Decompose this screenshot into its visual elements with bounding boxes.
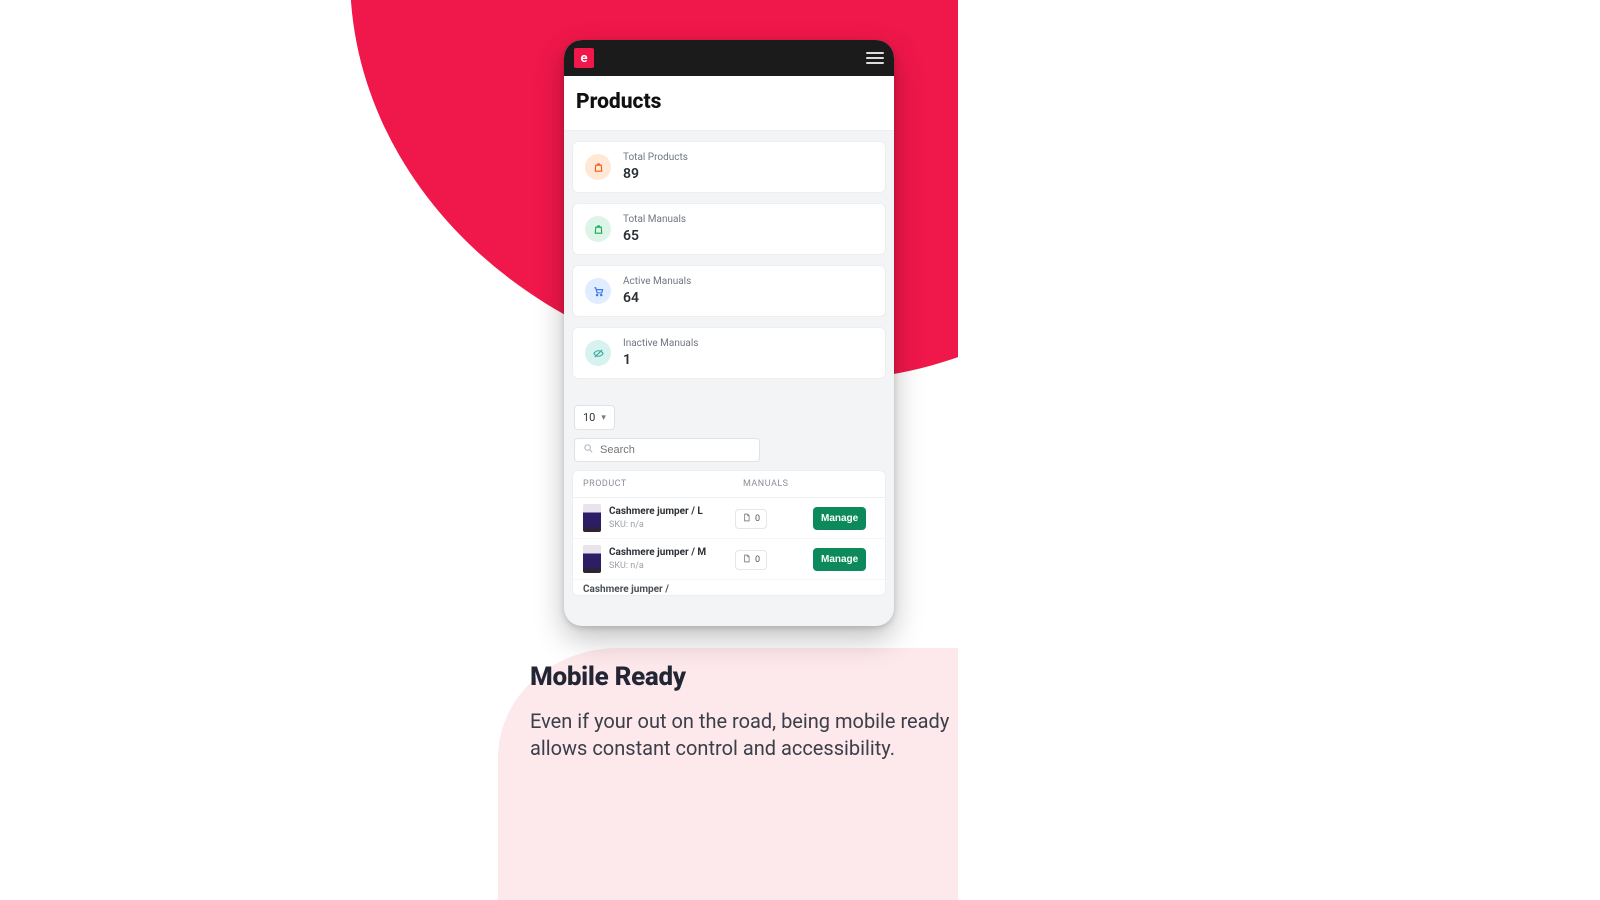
mobile-device-frame: e Products Total Products 89 Total Manua…: [564, 40, 894, 626]
stat-value: 64: [623, 290, 691, 306]
bag-icon: [585, 154, 611, 180]
page-header: Products: [564, 76, 894, 131]
app-topbar: e: [564, 40, 894, 76]
table-row: Cashmere jumper / L SKU: n/a 0 Manage: [573, 498, 885, 539]
bag-icon: [585, 216, 611, 242]
hamburger-menu-icon[interactable]: [866, 52, 884, 64]
stat-card-total-products: Total Products 89: [572, 141, 886, 193]
white-cover-right: [958, 0, 1600, 900]
manage-button[interactable]: Manage: [813, 548, 866, 571]
stat-label: Total Products: [623, 152, 688, 164]
manage-button[interactable]: Manage: [813, 507, 866, 530]
column-header-manuals: MANUALS: [743, 479, 813, 489]
document-icon: [742, 513, 751, 525]
table-controls: 10 ▾: [572, 405, 886, 462]
product-thumbnail: [583, 504, 601, 532]
stat-card-active-manuals: Active Manuals 64: [572, 265, 886, 317]
eye-off-icon: [585, 340, 611, 366]
stat-value: 89: [623, 166, 688, 182]
product-sku: SKU: n/a: [609, 561, 727, 571]
app-logo[interactable]: e: [574, 48, 594, 68]
product-thumbnail: [583, 545, 601, 573]
table-row-partial: Cashmere jumper /: [573, 580, 885, 595]
page-content: Total Products 89 Total Manuals 65 Activ…: [564, 131, 894, 596]
page-title: Products: [576, 90, 882, 114]
product-name: Cashmere jumper /: [583, 584, 875, 595]
marketing-copy: Mobile Ready Even if your out on the roa…: [530, 662, 960, 762]
table-row: Cashmere jumper / M SKU: n/a 0 Manage: [573, 539, 885, 580]
manual-count-badge: 0: [735, 509, 767, 529]
search-icon: [583, 443, 594, 457]
page-size-value: 10: [583, 411, 595, 424]
document-icon: [742, 554, 751, 566]
page-size-select[interactable]: 10 ▾: [574, 405, 615, 430]
stat-value: 65: [623, 228, 686, 244]
search-input-wrapper[interactable]: [574, 438, 760, 462]
stat-label: Total Manuals: [623, 214, 686, 226]
manual-count: 0: [755, 555, 760, 565]
table-header: PRODUCT MANUALS: [573, 471, 885, 498]
stat-label: Inactive Manuals: [623, 338, 698, 350]
product-name: Cashmere jumper / L: [609, 506, 727, 518]
chevron-down-icon: ▾: [601, 413, 606, 423]
search-input[interactable]: [600, 444, 751, 456]
column-header-product: PRODUCT: [583, 479, 743, 489]
products-table: PRODUCT MANUALS Cashmere jumper / L SKU:…: [572, 470, 886, 596]
stat-card-inactive-manuals: Inactive Manuals 1: [572, 327, 886, 379]
product-sku: SKU: n/a: [609, 520, 727, 530]
stat-label: Active Manuals: [623, 276, 691, 288]
cart-icon: [585, 278, 611, 304]
stat-card-total-manuals: Total Manuals 65: [572, 203, 886, 255]
product-name: Cashmere jumper / M: [609, 547, 727, 559]
stat-value: 1: [623, 352, 698, 368]
marketing-body: Even if your out on the road, being mobi…: [530, 708, 960, 762]
manual-count: 0: [755, 514, 760, 524]
marketing-heading: Mobile Ready: [530, 662, 960, 692]
manual-count-badge: 0: [735, 550, 767, 570]
